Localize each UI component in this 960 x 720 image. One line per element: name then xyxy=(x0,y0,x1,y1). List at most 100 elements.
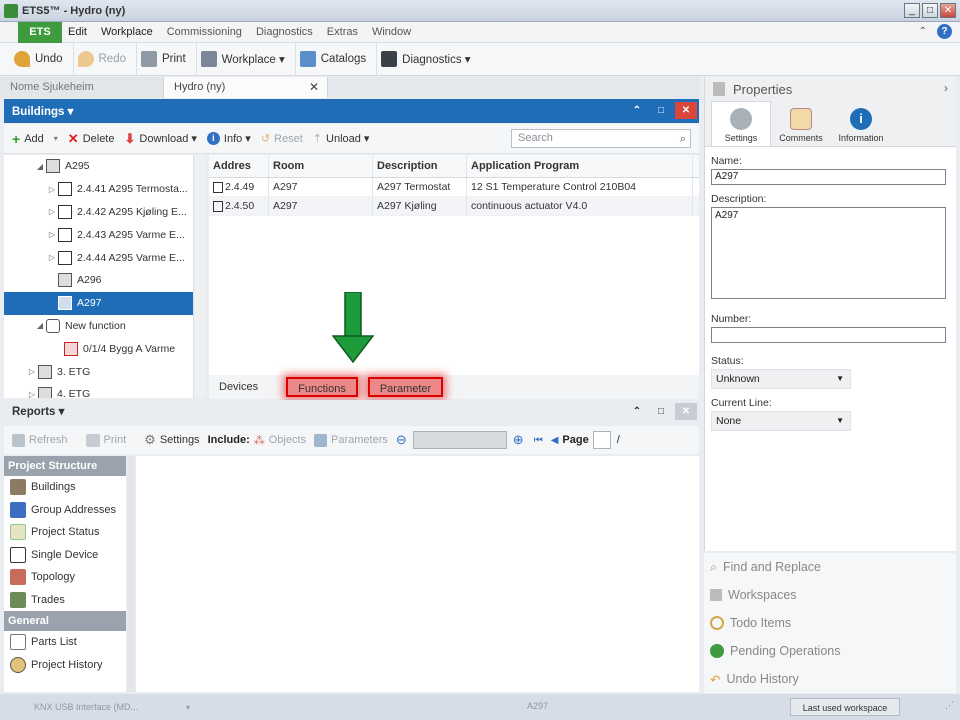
panel-collapse-icon[interactable]: ⌃ xyxy=(627,102,647,119)
menu-workplace[interactable]: Workplace xyxy=(95,26,161,38)
tree-item-device[interactable]: ▷ 2.4.41 A295 Termosta... xyxy=(4,178,193,201)
tree-item-a297[interactable]: A297 xyxy=(4,291,193,315)
panel-maximize-icon[interactable]: □ xyxy=(651,403,671,420)
report-single-device[interactable]: Single Device xyxy=(4,544,126,567)
column-room[interactable]: Room xyxy=(269,155,373,177)
panel-close-icon[interactable]: ✕ xyxy=(675,102,697,119)
column-address[interactable]: Addres xyxy=(209,155,269,177)
tab-information[interactable]: i Information xyxy=(831,101,891,146)
report-topology[interactable]: Topology xyxy=(4,566,126,589)
expand-arrow-icon[interactable]: ◢ xyxy=(34,162,46,171)
close-tab-icon[interactable]: ✕ xyxy=(309,77,319,98)
tree-item-new-function[interactable]: ◢ New function xyxy=(4,315,193,338)
tree-item-group-address[interactable]: 0/1/4 Bygg A Varme xyxy=(4,337,193,360)
report-buildings[interactable]: Buildings xyxy=(4,476,126,499)
previous-page-icon[interactable]: ◀ xyxy=(551,435,559,446)
column-description[interactable]: Description xyxy=(373,155,467,177)
report-project-status[interactable]: Project Status xyxy=(4,521,126,544)
table-row[interactable]: 2.4.49 A297 A297 Termostat 12 S1 Tempera… xyxy=(209,178,699,197)
tab-parameter[interactable]: Parameter xyxy=(367,377,444,397)
help-icon[interactable]: ? xyxy=(937,24,952,39)
tree-item-device[interactable]: ▷ 2.4.42 A295 Kjøling E... xyxy=(4,201,193,224)
column-application-program[interactable]: Application Program xyxy=(467,155,693,177)
maximize-button[interactable]: □ xyxy=(922,3,938,18)
search-input[interactable]: Search ⌕ xyxy=(511,129,691,148)
tree-item-device[interactable]: ▷ 2.4.43 A295 Varme E... xyxy=(4,223,193,246)
workplace-button[interactable]: Workplace ▾ xyxy=(197,42,296,76)
report-parts-list[interactable]: Parts List xyxy=(4,631,126,654)
tab-hydro[interactable]: Hydro (ny) ✕ xyxy=(164,77,328,98)
panel-maximize-icon[interactable]: □ xyxy=(651,102,671,119)
tree-item-device[interactable]: ▷ 2.4.44 A295 Varme E... xyxy=(4,246,193,269)
page-number-input[interactable] xyxy=(592,431,611,449)
report-project-history[interactable]: Project History xyxy=(4,654,126,677)
report-settings-button[interactable]: ⚙ Settings xyxy=(144,432,207,448)
report-print-button[interactable]: Print xyxy=(85,433,135,447)
expand-arrow-icon[interactable]: ▷ xyxy=(26,367,38,376)
tree-item-a295[interactable]: ◢ A295 xyxy=(4,155,193,178)
tree-item-a296[interactable]: A296 xyxy=(4,269,193,292)
expand-arrow-icon[interactable]: ▷ xyxy=(46,207,58,216)
zoom-out-icon[interactable]: ⊖ xyxy=(396,432,407,448)
reset-button[interactable]: ↺ Reset xyxy=(259,132,311,146)
report-group-addresses[interactable]: Group Addresses xyxy=(4,499,126,522)
menu-edit[interactable]: Edit xyxy=(62,26,95,38)
resize-grip-icon[interactable]: ⋰ xyxy=(945,700,954,711)
menu-extras[interactable]: Extras xyxy=(321,26,366,38)
diagnostics-button[interactable]: Diagnostics ▾ xyxy=(377,43,480,76)
zoom-combo[interactable] xyxy=(412,431,507,449)
parameters-toggle[interactable]: Parameters xyxy=(314,433,396,447)
redo-button[interactable]: Redo xyxy=(74,42,137,76)
menu-diagnostics[interactable]: Diagnostics xyxy=(250,26,321,38)
delete-button[interactable]: ✕ Delete xyxy=(66,131,123,147)
expand-arrow-icon[interactable]: ▷ xyxy=(46,185,58,194)
report-trades[interactable]: Trades xyxy=(4,589,126,612)
expand-arrow-icon[interactable]: ▷ xyxy=(46,253,58,262)
refresh-button[interactable]: Refresh xyxy=(12,433,76,447)
close-window-button[interactable]: ✕ xyxy=(940,3,956,18)
minimize-button[interactable]: _ xyxy=(904,3,920,18)
tab-settings[interactable]: Settings xyxy=(711,101,771,146)
table-row[interactable]: 2.4.50 A297 A297 Kjøling continuous actu… xyxy=(209,197,699,216)
tab-functions[interactable]: Functions xyxy=(286,377,358,397)
tree-item-floor-4[interactable]: ▷ 4. ETG xyxy=(4,383,193,398)
dropdown-icon[interactable]: ▾ xyxy=(54,134,58,143)
reports-panel-title[interactable]: Reports ▾ xyxy=(12,404,64,418)
download-button[interactable]: ⬇ Download ▾ xyxy=(122,131,204,147)
panel-collapse-icon[interactable]: ⌃ xyxy=(627,403,647,420)
expand-arrow-icon[interactable]: ▷ xyxy=(46,230,58,239)
status-select[interactable]: Unknown ▼ xyxy=(711,369,851,389)
pending-operations-link[interactable]: Pending Operations xyxy=(704,637,956,665)
workspaces-link[interactable]: Workspaces xyxy=(704,581,956,609)
print-button[interactable]: Print xyxy=(137,42,197,76)
current-line-select[interactable]: None ▼ xyxy=(711,411,851,431)
buildings-panel-title[interactable]: Buildings ▾ xyxy=(12,104,73,118)
tab-nome-sjukeheim[interactable]: Nome Sjukeheim xyxy=(0,77,164,98)
unload-button[interactable]: ⇡ Unload ▾ xyxy=(311,132,378,145)
tab-comments[interactable]: Comments xyxy=(771,101,831,146)
objects-toggle[interactable]: ⁂ Objects xyxy=(254,434,314,447)
expand-arrow-icon[interactable]: ◢ xyxy=(34,321,46,330)
catalogs-button[interactable]: Catalogs xyxy=(296,42,378,76)
zoom-in-icon[interactable]: ⊕ xyxy=(513,432,524,448)
description-field[interactable]: A297 xyxy=(711,207,946,299)
workspace-selector[interactable]: Last used workspace xyxy=(790,698,900,716)
menu-window[interactable]: Window xyxy=(366,26,419,38)
add-button[interactable]: + Add ▾ xyxy=(10,131,66,147)
expand-arrow-icon[interactable]: ▷ xyxy=(26,390,38,398)
name-field[interactable]: A297 xyxy=(711,169,946,185)
panel-close-icon[interactable]: ✕ xyxy=(675,403,697,420)
interface-selector[interactable]: KNX USB Interface (MD... xyxy=(30,697,200,717)
ets-menu-button[interactable]: ETS xyxy=(18,21,62,43)
tab-devices[interactable]: Devices xyxy=(209,377,268,397)
number-field[interactable] xyxy=(711,327,946,343)
tree-item-floor-3[interactable]: ▷ 3. ETG xyxy=(4,360,193,383)
undo-button[interactable]: Undo xyxy=(10,42,74,76)
chevron-right-icon[interactable]: › xyxy=(944,81,948,95)
info-button[interactable]: i Info ▾ xyxy=(205,132,259,145)
first-page-icon[interactable]: ⏮ xyxy=(534,435,543,446)
undo-history-link[interactable]: ↶ Undo History xyxy=(704,665,956,693)
todo-items-link[interactable]: Todo Items xyxy=(704,609,956,637)
tree-scrollbar[interactable] xyxy=(195,155,205,398)
collapse-ribbon-icon[interactable]: ⌃ xyxy=(919,26,927,37)
